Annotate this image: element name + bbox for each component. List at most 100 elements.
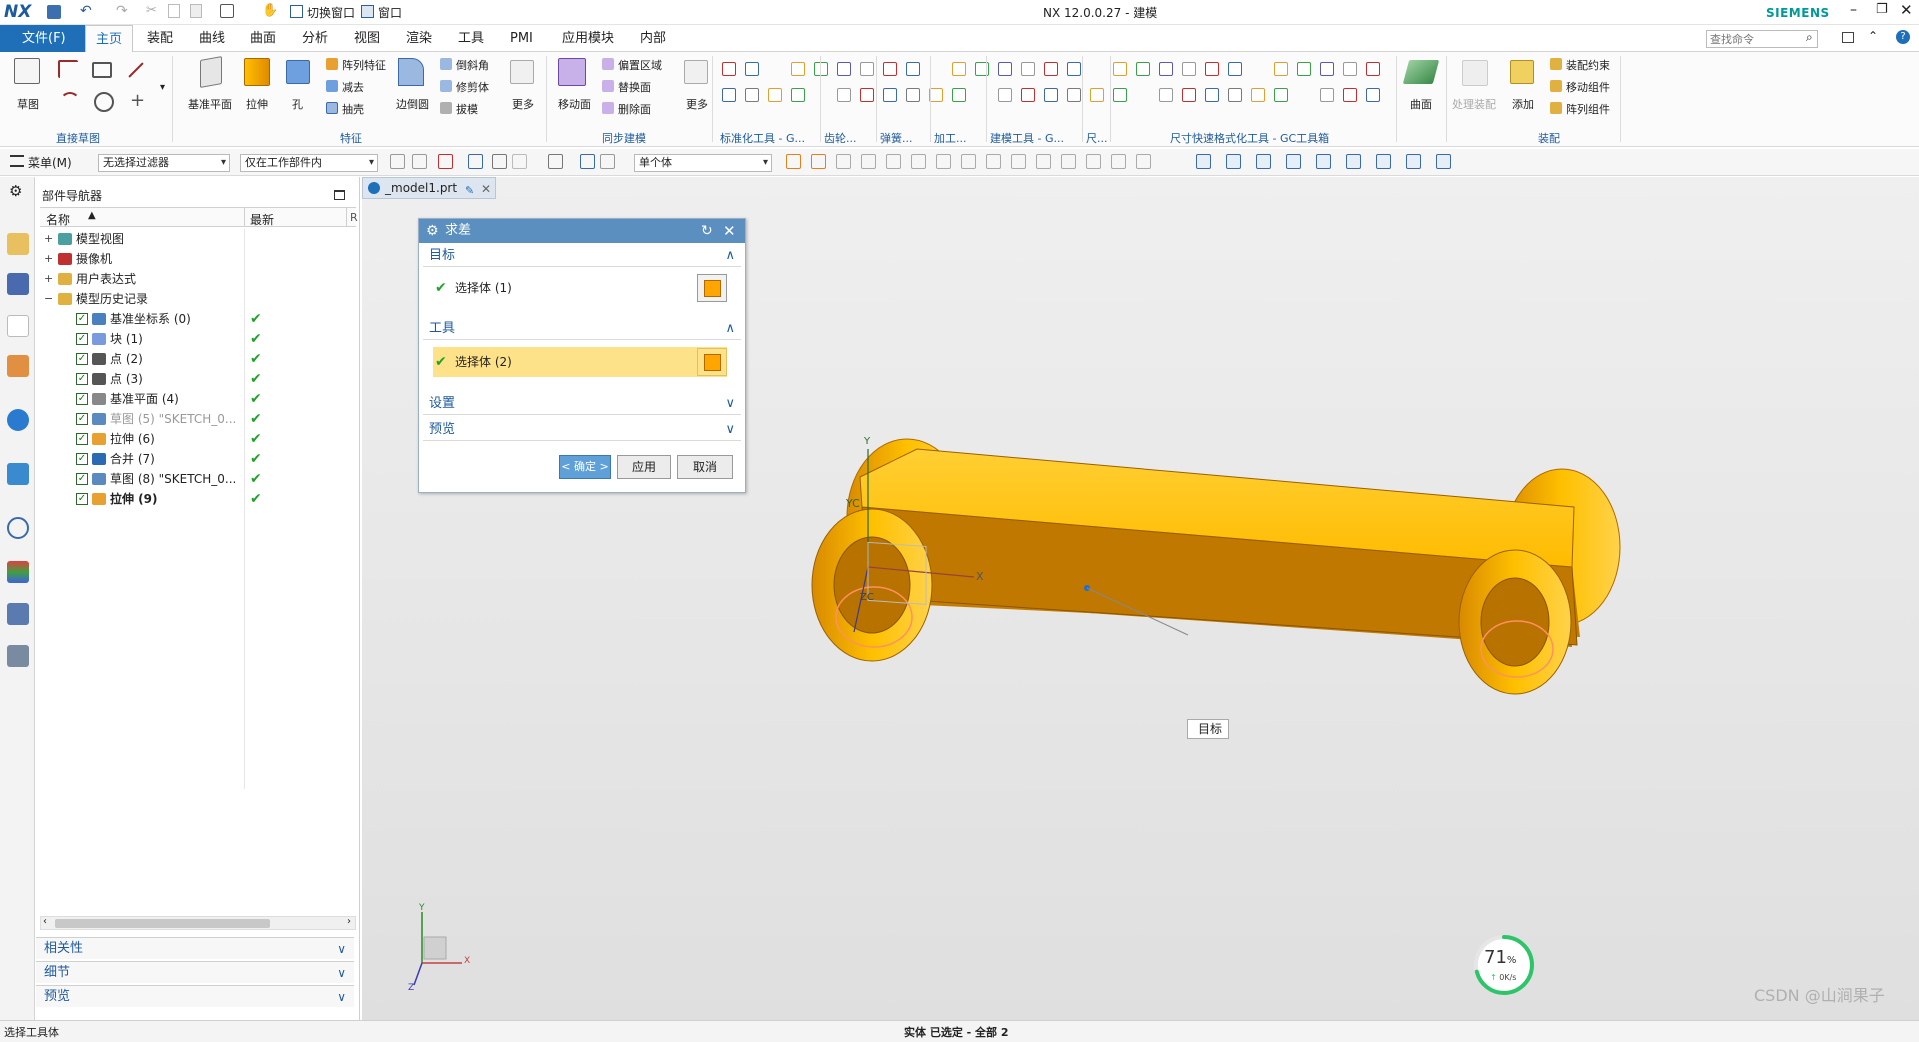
section-settings[interactable]: 设置 ∨	[423, 393, 741, 415]
draft-icon[interactable]	[440, 102, 452, 114]
feature-checkbox[interactable]: ✓	[76, 393, 88, 405]
part-model[interactable]	[811, 438, 1621, 695]
reuse-library-icon[interactable]	[7, 355, 29, 377]
shell-button[interactable]: 抽壳	[342, 101, 364, 117]
feature-checkbox[interactable]: ✓	[76, 413, 88, 425]
selection-tool-icon[interactable]	[580, 154, 595, 169]
repeat-command-icon[interactable]	[220, 4, 234, 18]
tab-home[interactable]: 主页	[85, 25, 134, 53]
selection-scope-dropdown[interactable]: 仅在工作部件内	[240, 154, 378, 172]
gc-tool-icon[interactable]	[1205, 88, 1219, 102]
assembly-constraint-icon[interactable]	[1550, 58, 1562, 70]
gc-tool-icon[interactable]	[998, 62, 1012, 76]
section-details[interactable]: 细节 ∨	[36, 961, 354, 983]
chamfer-icon[interactable]	[440, 58, 452, 70]
more-sync-icon[interactable]	[684, 60, 708, 84]
gc-tool-icon[interactable]	[1366, 62, 1380, 76]
arc-icon[interactable]	[60, 92, 80, 112]
selection-tool-icon[interactable]	[390, 154, 405, 169]
gc-tool-icon[interactable]	[814, 62, 828, 76]
gc-tool-icon[interactable]	[1182, 88, 1196, 102]
feature-checkbox[interactable]: ✓	[76, 433, 88, 445]
subtract-button[interactable]: 减去	[342, 79, 364, 95]
gc-tool-icon[interactable]	[1343, 62, 1357, 76]
process-assembly-icon[interactable]	[1462, 60, 1488, 86]
datum-plane-label[interactable]: 基准平面	[188, 96, 232, 112]
gc-tool-icon[interactable]	[1044, 62, 1058, 76]
feature-row[interactable]: ✓ 草图 (5) "SKETCH_0... ✔	[40, 409, 360, 429]
group-modeling-tools[interactable]: 建模工具 - G...	[990, 130, 1064, 146]
feature-row[interactable]: ✓ 拉伸 (6) ✔	[40, 429, 360, 449]
add-component-icon[interactable]	[1510, 60, 1534, 84]
extrude-label[interactable]: 拉伸	[246, 96, 268, 112]
selection-tool-icon[interactable]	[600, 154, 615, 169]
surface-icon[interactable]	[1402, 60, 1440, 84]
gc-tool-icon[interactable]	[722, 62, 736, 76]
gc-tool-icon[interactable]	[1297, 62, 1311, 76]
gc-tool-icon[interactable]	[883, 62, 897, 76]
gc-tool-icon[interactable]	[906, 88, 920, 102]
snap-point-icon[interactable]	[811, 154, 826, 169]
replace-face-button[interactable]: 替换面	[618, 79, 651, 95]
column-header-latest[interactable]: 最新	[250, 211, 274, 228]
feature-row[interactable]: ✓ 基准坐标系 (0) ✔	[40, 309, 360, 329]
delete-face-icon[interactable]	[602, 102, 614, 114]
feature-row[interactable]: ✓ 草图 (8) "SKETCH_0... ✔	[40, 469, 360, 489]
part-navigator-icon[interactable]	[7, 315, 29, 337]
gc-tool-icon[interactable]	[837, 88, 851, 102]
file-menu[interactable]: 文件(F)	[0, 25, 88, 52]
feature-row[interactable]: ✓ 点 (2) ✔	[40, 349, 360, 369]
help-icon[interactable]: ?	[1896, 30, 1910, 44]
tab-surface[interactable]: 曲面	[240, 25, 286, 52]
gc-tool-icon[interactable]	[1228, 62, 1242, 76]
snap-point-icon[interactable]	[1136, 154, 1151, 169]
selection-filter-dropdown[interactable]: 无选择过滤器	[98, 154, 230, 172]
gc-tool-icon[interactable]	[745, 62, 759, 76]
snap-point-icon[interactable]	[1086, 154, 1101, 169]
view-tool-icon[interactable]	[1376, 154, 1391, 169]
tree-node[interactable]: + 用户表达式	[40, 269, 360, 289]
scrollbar-thumb[interactable]	[55, 919, 270, 928]
gc-tool-icon[interactable]	[837, 62, 851, 76]
gc-tool-icon[interactable]	[1320, 62, 1334, 76]
draft-button[interactable]: 拔模	[456, 101, 478, 117]
constraint-navigator-icon[interactable]	[7, 273, 29, 295]
gc-tool-icon[interactable]	[1021, 62, 1035, 76]
gc-tool-icon[interactable]	[929, 88, 943, 102]
snap-point-icon[interactable]	[836, 154, 851, 169]
sketch-icon[interactable]	[14, 58, 40, 84]
line-icon[interactable]	[128, 62, 144, 78]
feature-checkbox[interactable]: ✓	[76, 313, 88, 325]
group-spring[interactable]: 弹簧...	[880, 130, 913, 146]
more-features-label[interactable]: 更多	[512, 96, 534, 112]
gc-tool-icon[interactable]	[1044, 88, 1058, 102]
gc-tool-icon[interactable]	[998, 88, 1012, 102]
gc-tool-icon[interactable]	[952, 88, 966, 102]
circle-icon[interactable]	[94, 92, 114, 112]
chamfer-button[interactable]: 倒斜角	[456, 57, 489, 73]
pattern-component-icon[interactable]	[1550, 102, 1562, 114]
apply-button[interactable]: 应用	[617, 455, 671, 479]
tab-view[interactable]: 视图	[344, 25, 390, 52]
gc-tool-icon[interactable]	[1067, 88, 1081, 102]
column-header-extra[interactable]: R	[350, 211, 358, 224]
feature-checkbox[interactable]: ✓	[76, 353, 88, 365]
gc-tool-icon[interactable]	[1343, 88, 1357, 102]
undo-icon[interactable]: ↶	[80, 3, 92, 19]
command-search-input[interactable]	[1706, 30, 1818, 48]
expand-toggle-icon[interactable]: +	[44, 249, 53, 269]
gc-tool-icon[interactable]	[1113, 88, 1127, 102]
clock-icon[interactable]	[7, 517, 29, 539]
selection-tool-icon[interactable]	[548, 154, 563, 169]
view-tool-icon[interactable]	[1226, 154, 1241, 169]
scroll-right-arrow[interactable]: ›	[347, 916, 351, 927]
target-select-row[interactable]: ✔ 选择体 (1)	[433, 273, 727, 303]
cancel-button[interactable]: 取消	[677, 455, 733, 479]
view-tool-icon[interactable]	[1406, 154, 1421, 169]
gc-tool-icon[interactable]	[791, 88, 805, 102]
feature-checkbox[interactable]: ✓	[76, 473, 88, 485]
gc-tool-icon[interactable]	[1159, 88, 1173, 102]
tree-node[interactable]: − 模型历史记录	[40, 289, 360, 309]
trim-body-icon[interactable]	[440, 80, 452, 92]
gc-tool-icon[interactable]	[1159, 62, 1173, 76]
